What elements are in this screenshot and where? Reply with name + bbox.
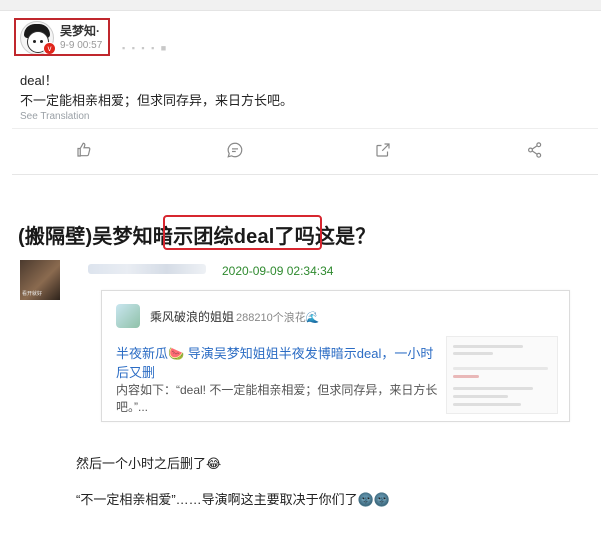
- top-band: [0, 0, 601, 11]
- like-button[interactable]: [75, 141, 97, 163]
- card-body-line2: 吧。”...: [116, 400, 148, 414]
- sentence-comment: “不一定相亲相爱”……导演啊这主要取决于你们了🌚🌚: [76, 492, 391, 507]
- share-button[interactable]: [374, 141, 396, 163]
- like-icon: [77, 142, 91, 157]
- more-share-button[interactable]: [526, 141, 548, 163]
- see-translation-link[interactable]: See Translation: [20, 111, 90, 122]
- highlight-box-headline: [163, 215, 322, 250]
- comment-button[interactable]: [226, 141, 248, 163]
- highlight-box-user: [14, 18, 110, 56]
- post-text-line2: 不一定能相亲相爱；但求同存异，来日方长吧。: [20, 93, 294, 108]
- comment-icon: [227, 142, 243, 158]
- card-username[interactable]: 乘风破浪的姐姐: [150, 308, 234, 325]
- post-text-line1: deal！: [20, 73, 58, 88]
- card-title-line1[interactable]: 半夜新瓜🍉 导演吴梦知姐姐半夜发博暗示deal，一小时: [116, 343, 433, 362]
- divider: [12, 128, 598, 129]
- card-screenshot-thumbnail: [446, 336, 558, 414]
- share-icon: [376, 143, 390, 157]
- card-count: 288210个浪花🌊: [236, 312, 320, 324]
- thumb-caption: 看开就好: [22, 291, 43, 297]
- blurred-author-name: [88, 264, 206, 274]
- card-body-line1: 内容如下：“deal! 不一定能相亲相爱；但求同存异，来日方长: [116, 383, 438, 397]
- divider: [12, 174, 598, 175]
- network-icon: [528, 142, 542, 158]
- sentence-deleted: 然后一个小时之后删了😂: [76, 456, 222, 471]
- post-timestamp: 2020-09-09 02:34:34: [222, 264, 334, 278]
- card-title-line2[interactable]: 后又删: [116, 362, 155, 381]
- blurred-meta: ▪ ▪ ▪ ▪ ■: [122, 43, 169, 53]
- card-avatar[interactable]: [116, 304, 140, 328]
- author-thumbnail[interactable]: 看开就好: [20, 260, 60, 300]
